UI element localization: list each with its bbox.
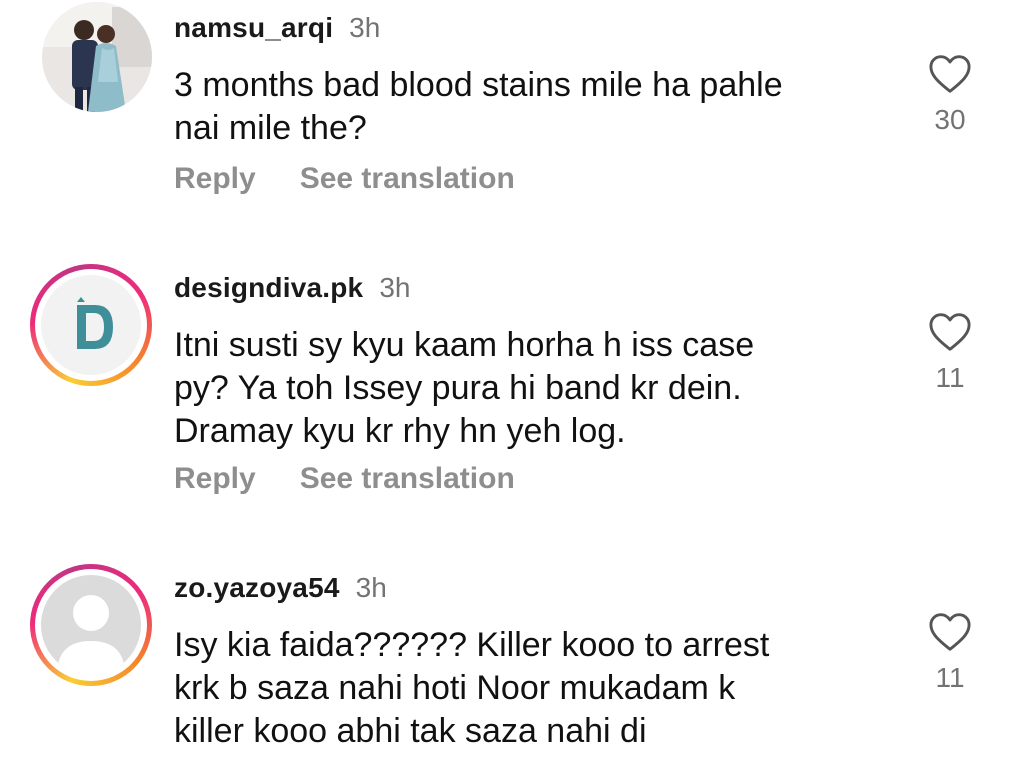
comment-header: namsu_arqi 3h (174, 12, 380, 44)
timestamp: 3h (355, 572, 387, 603)
like-group: 30 (918, 54, 982, 136)
comment-text: Itni susti sy kyu kaam horha h iss case … (174, 324, 874, 453)
comment-text-line: killer kooo abhi tak saza nahi di (174, 712, 647, 750)
comment-text-line: nai mile the? (174, 109, 367, 147)
avatar (41, 275, 141, 375)
comment-text: 3 months bad blood stains mile ha pahle … (174, 64, 874, 150)
comment-text-line: Dramay kyu kr rhy hn yeh log. (174, 412, 626, 450)
reply-button[interactable]: Reply (174, 162, 256, 196)
username[interactable]: namsu_arqi (174, 12, 333, 44)
reply-button[interactable]: Reply (174, 462, 256, 496)
comment-actions: Reply See translation (174, 162, 515, 196)
comment-header: designdiva.pk 3h (174, 272, 410, 304)
like-count: 11 (935, 362, 965, 393)
like-count: 30 (934, 104, 966, 135)
avatar (41, 575, 141, 675)
comment-text: Isy kia faida?????? Killer kooo to arres… (174, 624, 874, 753)
heart-icon[interactable] (928, 612, 972, 652)
default-person-icon (41, 575, 141, 675)
comment-text-line: Isy kia faida?????? Killer kooo to arres… (174, 626, 770, 664)
see-translation-button[interactable]: See translation (300, 462, 515, 496)
username[interactable]: designdiva.pk (174, 272, 363, 304)
comment-text-line: py? Ya toh Issey pura hi band kr dein. (174, 369, 742, 407)
comment-item: namsu_arqi 3h 3 months bad blood stains … (0, 0, 1024, 240)
avatar-photo-icon (42, 2, 152, 112)
logo-d-icon (41, 275, 141, 375)
like-group: 11 (918, 312, 982, 394)
like-count: 11 (935, 662, 965, 693)
comment-text-line: Itni susti sy kyu kaam horha h iss case (174, 326, 755, 364)
see-translation-button[interactable]: See translation (300, 162, 515, 196)
avatar[interactable] (42, 2, 152, 112)
comment-item: zo.yazoya54 3h Isy kia faida?????? Kille… (0, 562, 1024, 757)
timestamp: 3h (379, 272, 411, 303)
story-ring[interactable] (30, 264, 152, 386)
comment-actions: Reply See translation (174, 462, 515, 496)
comment-item: designdiva.pk 3h Itni susti sy kyu kaam … (0, 262, 1024, 512)
timestamp: 3h (349, 12, 381, 43)
like-group: 11 (918, 612, 982, 694)
comment-text-line: krk b saza nahi hoti Noor mukadam k (174, 669, 736, 707)
comment-text-line: 3 months bad blood stains mile ha pahle (174, 66, 783, 104)
comment-header: zo.yazoya54 3h (174, 572, 387, 604)
username[interactable]: zo.yazoya54 (174, 572, 340, 604)
heart-icon[interactable] (928, 54, 972, 94)
heart-icon[interactable] (928, 312, 972, 352)
story-ring[interactable] (30, 564, 152, 686)
